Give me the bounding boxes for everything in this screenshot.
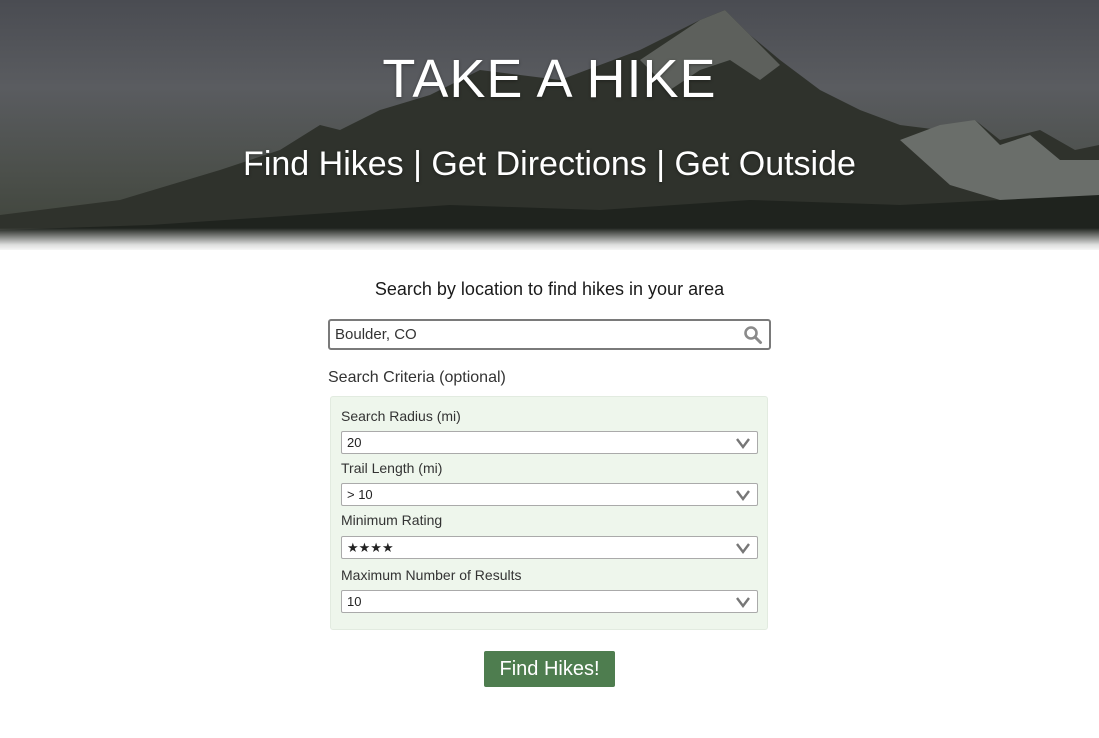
hero-fade (0, 228, 1099, 250)
page-title: TAKE A HIKE (382, 49, 717, 109)
max-results-select[interactable]: 10 (341, 590, 758, 613)
trail-length-value: > 10 (347, 487, 373, 502)
hero-banner: TAKE A HIKE Find Hikes | Get Directions … (0, 0, 1099, 250)
search-radius-select[interactable]: 20 (341, 431, 758, 454)
location-search-box (328, 319, 771, 350)
search-radius-value: 20 (347, 435, 362, 450)
trail-length-select[interactable]: > 10 (341, 483, 758, 506)
chevron-down-icon (736, 490, 750, 501)
search-icon[interactable] (743, 325, 763, 345)
max-results-label: Maximum Number of Results (341, 567, 522, 583)
criteria-heading: Search Criteria (optional) (328, 369, 506, 386)
chevron-down-icon (736, 597, 750, 608)
chevron-down-icon (736, 438, 750, 449)
find-hikes-button[interactable]: Find Hikes! (484, 651, 615, 687)
mountain-background (0, 10, 1099, 250)
location-search-input[interactable] (335, 323, 735, 345)
search-prompt: Search by location to find hikes in your… (374, 279, 725, 299)
minimum-rating-label: Minimum Rating (341, 512, 443, 528)
minimum-rating-value: ★★★★ (347, 540, 394, 555)
chevron-down-icon (736, 543, 750, 554)
search-radius-label: Search Radius (mi) (341, 408, 461, 424)
minimum-rating-select[interactable]: ★★★★ (341, 536, 758, 559)
trail-length-label: Trail Length (mi) (341, 460, 443, 476)
tagline: Find Hikes | Get Directions | Get Outsid… (243, 145, 856, 183)
max-results-value: 10 (347, 594, 362, 609)
